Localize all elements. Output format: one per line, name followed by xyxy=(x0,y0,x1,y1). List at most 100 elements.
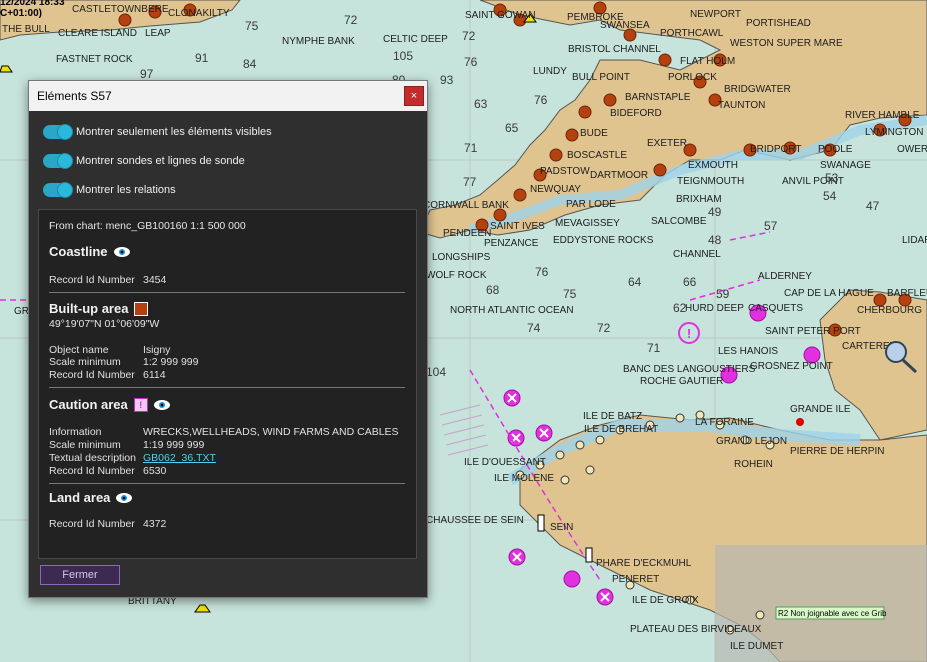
toggle-visible-only[interactable]: Montrer seulement les éléments visibles xyxy=(43,124,272,140)
svg-text:NEWQUAY: NEWQUAY xyxy=(530,184,581,195)
svg-text:NEWPORT: NEWPORT xyxy=(690,9,741,20)
builtup-heading: Built-up area xyxy=(49,301,149,316)
timestamp: 12/2024 18:33 C+01:00) xyxy=(0,0,65,19)
svg-text:RIVER HAMBLE: RIVER HAMBLE xyxy=(845,110,920,121)
record-label: Record Id Number xyxy=(49,518,135,530)
svg-text:BANC DES LANGOUSTIERS: BANC DES LANGOUSTIERS xyxy=(623,364,756,375)
record-label: Record Id Number xyxy=(49,369,135,381)
close-button[interactable]: Fermer xyxy=(40,565,120,585)
svg-text:LONGSHIPS: LONGSHIPS xyxy=(432,252,491,263)
svg-text:TAUNTON: TAUNTON xyxy=(718,100,765,111)
caution-info-row: Information WRECKS,WELLHEADS, WIND FARMS… xyxy=(49,426,399,438)
caution-heading: Caution area ! xyxy=(49,397,171,412)
svg-text:ILE DE BATZ: ILE DE BATZ xyxy=(583,411,642,422)
toggle-switch[interactable] xyxy=(43,153,73,169)
svg-text:BRIDPORT: BRIDPORT xyxy=(750,144,802,155)
caution-record-row: Record Id Number 6530 xyxy=(49,465,166,477)
svg-text:57: 57 xyxy=(764,219,778,233)
scale-label: Scale minimum xyxy=(49,356,121,368)
svg-text:CLONAKILTY: CLONAKILTY xyxy=(168,8,230,19)
svg-text:PORLOCK: PORLOCK xyxy=(668,72,717,83)
caution-title: Caution area xyxy=(49,397,128,412)
toggle-knob xyxy=(57,182,73,198)
svg-text:SEIN: SEIN xyxy=(550,522,573,533)
feature-info-panel[interactable]: From chart: menc_GB100160 1:1 500 000 Co… xyxy=(38,209,417,559)
svg-text:LEAP: LEAP xyxy=(145,28,171,39)
coastline-title: Coastline xyxy=(49,244,108,259)
svg-text:BARFLEUR: BARFLEUR xyxy=(887,288,927,299)
svg-text:GROSNEZ POINT: GROSNEZ POINT xyxy=(750,361,833,372)
svg-text:49: 49 xyxy=(708,205,722,219)
svg-text:SWANAGE: SWANAGE xyxy=(820,160,871,171)
toggle-knob xyxy=(57,124,73,140)
svg-text:CELTIC DEEP: CELTIC DEEP xyxy=(383,34,448,45)
svg-text:64: 64 xyxy=(628,275,642,289)
record-label: Record Id Number xyxy=(49,465,135,477)
from-chart-text: From chart: menc_GB100160 1:1 500 000 xyxy=(49,220,246,232)
record-value: 3454 xyxy=(143,274,167,286)
svg-text:WESTON SUPER MARE: WESTON SUPER MARE xyxy=(730,38,843,49)
svg-text:BOSCASTLE: BOSCASTLE xyxy=(567,150,627,161)
svg-text:BRIXHAM: BRIXHAM xyxy=(676,194,722,205)
toggle-label: Montrer seulement les éléments visibles xyxy=(76,126,272,138)
svg-text:PHARE D'ECKMUHL: PHARE D'ECKMUHL xyxy=(596,558,692,569)
svg-text:104: 104 xyxy=(426,365,446,379)
builtup-object-row: Object name Isigny xyxy=(49,344,170,356)
svg-text:93: 93 xyxy=(440,73,454,87)
svg-text:DARTMOOR: DARTMOOR xyxy=(590,170,648,181)
svg-text:OWERS: OWERS xyxy=(897,144,927,155)
textual-description-link[interactable]: GB062_36.TXT xyxy=(143,452,216,464)
svg-text:SAINT IVES: SAINT IVES xyxy=(490,221,545,232)
svg-text:FASTNET ROCK: FASTNET ROCK xyxy=(56,54,133,65)
toggle-soundings[interactable]: Montrer sondes et lignes de sonde xyxy=(43,153,245,169)
toggle-relations[interactable]: Montrer les relations xyxy=(43,182,176,198)
svg-text:71: 71 xyxy=(647,341,661,355)
svg-text:PORTHCAWL: PORTHCAWL xyxy=(660,28,724,39)
eye-icon[interactable] xyxy=(115,492,133,504)
svg-text:EDDYSTONE ROCKS: EDDYSTONE ROCKS xyxy=(553,235,654,246)
close-icon[interactable]: × xyxy=(404,86,424,106)
builtup-title: Built-up area xyxy=(49,301,129,316)
svg-text:72: 72 xyxy=(597,321,611,335)
svg-text:ILE D'OUESSANT: ILE D'OUESSANT xyxy=(464,457,546,468)
object-value: Isigny xyxy=(143,344,171,356)
record-value: 6114 xyxy=(143,369,166,381)
svg-text:68: 68 xyxy=(486,283,500,297)
svg-text:ROHEIN: ROHEIN xyxy=(734,459,773,470)
svg-text:POOLE: POOLE xyxy=(818,144,853,155)
scale-value: 1:2 999 999 xyxy=(143,356,199,368)
svg-text:77: 77 xyxy=(463,175,477,189)
svg-text:66: 66 xyxy=(683,275,697,289)
timestamp-zone: C+01:00) xyxy=(0,8,42,19)
toggle-switch[interactable] xyxy=(43,182,73,198)
svg-text:75: 75 xyxy=(563,287,577,301)
caution-scale-row: Scale minimum 1:19 999 999 xyxy=(49,439,204,451)
object-label: Object name xyxy=(49,344,109,356)
toggle-label: Montrer sondes et lignes de sonde xyxy=(76,155,245,167)
svg-text:48: 48 xyxy=(708,233,722,247)
svg-text:EXETER: EXETER xyxy=(647,138,687,149)
scale-value: 1:19 999 999 xyxy=(143,439,205,451)
dialog-titlebar[interactable]: Eléments S57 × xyxy=(29,81,427,111)
caution-text-row: Textual description GB062_36.TXT xyxy=(49,452,216,464)
coastline-heading: Coastline xyxy=(49,244,131,259)
svg-text:76: 76 xyxy=(464,55,478,69)
svg-text:LYMINGTON: LYMINGTON xyxy=(865,127,924,138)
svg-text:72: 72 xyxy=(344,13,358,27)
toggle-switch[interactable] xyxy=(43,124,73,140)
eye-icon[interactable] xyxy=(113,246,131,258)
builtup-scale-row: Scale minimum 1:2 999 999 xyxy=(49,356,198,368)
eye-icon[interactable] xyxy=(153,399,171,411)
svg-text:65: 65 xyxy=(505,121,519,135)
svg-text:FLAT HOLM: FLAT HOLM xyxy=(680,56,735,67)
svg-text:CLEARE ISLAND: CLEARE ISLAND xyxy=(58,28,137,39)
builtup-record-row: Record Id Number 6114 xyxy=(49,369,166,381)
svg-text:76: 76 xyxy=(535,265,549,279)
svg-text:97: 97 xyxy=(140,67,154,81)
svg-text:CAP DE LA HAGUE: CAP DE LA HAGUE xyxy=(784,288,874,299)
toggle-label: Montrer les relations xyxy=(76,184,176,196)
svg-text:CHANNEL: CHANNEL xyxy=(673,249,721,260)
svg-text:CHAUSSEE DE SEIN: CHAUSSEE DE SEIN xyxy=(426,515,524,526)
svg-text:53: 53 xyxy=(825,171,839,185)
svg-text:LUNDY: LUNDY xyxy=(533,66,567,77)
